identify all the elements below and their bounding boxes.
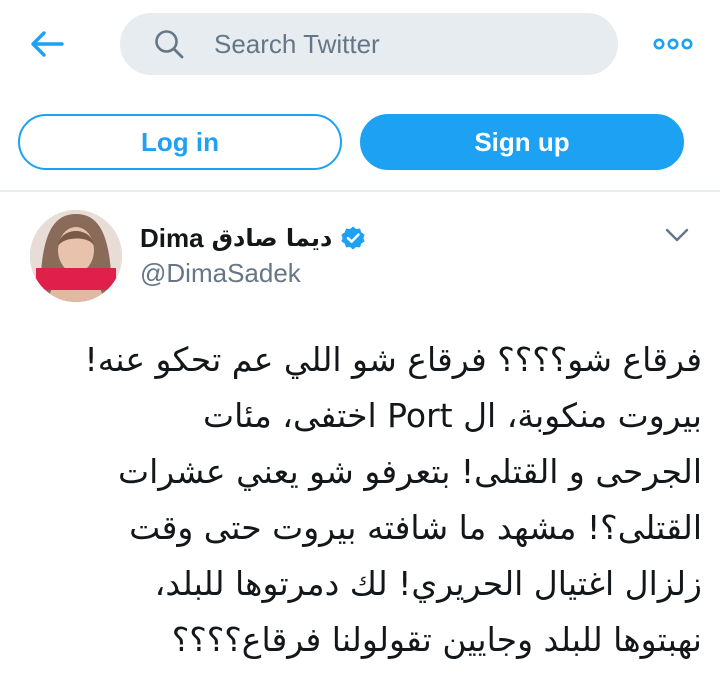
tweet-text-line: بيروت منكوبة، ال Port اختفى، مئات <box>203 396 702 435</box>
tweet-text-line: فرقاع شو؟؟؟؟ فرقاع شو اللي عم تحكو عنه! <box>84 340 702 379</box>
author-name-row[interactable]: Dima ديما صادق <box>140 220 366 256</box>
more-options-button[interactable] <box>650 28 696 60</box>
tweet-options-button[interactable] <box>660 222 694 248</box>
arrow-left-icon <box>31 31 64 57</box>
auth-buttons-row: Log in Sign up <box>0 92 720 190</box>
search-input[interactable] <box>214 23 594 65</box>
top-bar <box>0 0 720 92</box>
search-icon <box>155 30 184 59</box>
tweet-text-line: القتلى؟! مشهد ما شافته بيروت حتى وقت <box>129 508 702 547</box>
avatar-image <box>30 210 122 302</box>
more-horizontal-icon <box>653 38 693 50</box>
author-name-arabic: ديما صادق <box>211 224 333 252</box>
author-name-latin: Dima <box>140 222 204 253</box>
tweet-text-line: الجرحى و القتلى! بتعرفو شو يعني عشرات <box>118 452 702 491</box>
tweet-text: فرقاع شو؟؟؟؟ فرقاع شو اللي عم تحكو عنه! … <box>30 332 702 668</box>
tweet: Dima ديما صادق @DimaSadek فرقاع شو؟؟؟؟ ف… <box>0 192 720 691</box>
chevron-down-icon <box>665 228 689 242</box>
author-handle[interactable]: @DimaSadek <box>140 258 301 289</box>
tweet-text-line: زلزال اغتيال الحريري! لك دمرتوها للبلد، <box>154 564 702 603</box>
login-button[interactable]: Log in <box>18 114 342 170</box>
avatar[interactable] <box>30 210 122 302</box>
tweet-text-line: نهبتوها للبلد وجايين تقولولنا فرقاع؟؟؟؟ <box>171 620 702 659</box>
search-bar[interactable] <box>120 13 618 75</box>
verified-badge-icon <box>341 226 365 250</box>
signup-button[interactable]: Sign up <box>360 114 684 170</box>
back-button[interactable] <box>22 24 72 64</box>
